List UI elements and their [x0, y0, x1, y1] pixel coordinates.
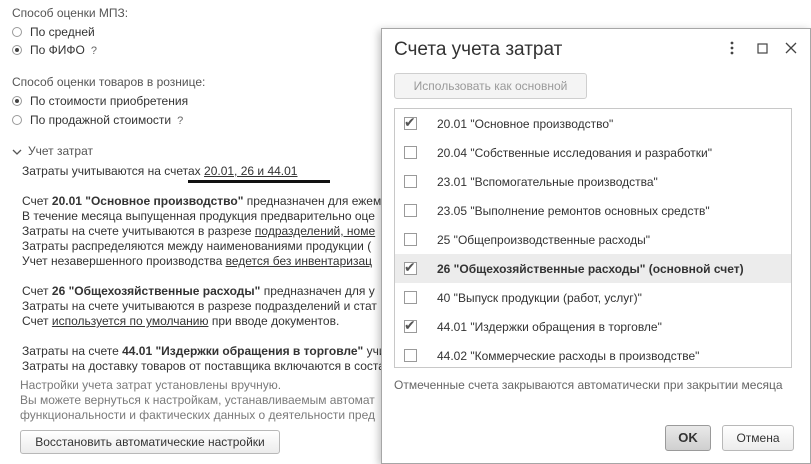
list-item[interactable]: ✔ 44.01 "Издержки обращения в торговле": [395, 312, 791, 341]
checkbox[interactable]: [404, 175, 417, 188]
check-icon: ✔: [404, 114, 416, 130]
account-name: 44.01 "Издержки обращения в торговле": [122, 344, 364, 358]
close-icon[interactable]: [783, 41, 799, 58]
list-item[interactable]: 40 "Выпуск продукции (работ, услуг)": [395, 283, 791, 312]
checkbox[interactable]: ✔: [404, 317, 417, 333]
p2-line3: Счет используется по умолчанию при вводе…: [22, 314, 339, 328]
costs-section-header[interactable]: Учет затрат: [12, 144, 93, 158]
list-item-label: 44.01 "Издержки обращения в торговле": [437, 320, 662, 334]
list-item-label: 20.04 "Собственные исследования и разраб…: [437, 146, 712, 160]
p1-line1: Счет 20.01 "Основное производство" предн…: [22, 194, 381, 208]
chevron-down-icon: [12, 149, 22, 155]
mpz-radio-average[interactable]: [12, 27, 22, 37]
analytics-link[interactable]: подразделений, номе: [255, 224, 375, 238]
wip-link[interactable]: ведется без инвентаризац: [226, 254, 372, 268]
manual-note-3: функциональности и фактических данных о …: [20, 408, 376, 422]
retail-radio-sale[interactable]: [12, 115, 22, 125]
text: предназначен для ежем: [243, 194, 382, 208]
help-icon[interactable]: ?: [177, 115, 183, 127]
list-item-label: 40 "Выпуск продукции (работ, услуг)": [437, 291, 642, 305]
text: Счет: [22, 284, 52, 298]
annotation-underline: [188, 180, 330, 183]
manual-note-1: Настройки учета затрат установлены вручн…: [20, 378, 282, 392]
checkbox[interactable]: ✔: [404, 114, 417, 130]
retail-label: Способ оценки товаров в рознице:: [12, 75, 206, 89]
list-item-label: 25 "Общепроизводственные расходы": [437, 233, 651, 247]
text: Затраты на счете учитываются в разрезе: [22, 224, 255, 238]
checkbox[interactable]: [404, 349, 417, 362]
checkbox[interactable]: [404, 204, 417, 217]
p1-line3: Затраты на счете учитываются в разрезе п…: [22, 224, 375, 238]
mpz-option-fifo-label: По ФИФО: [30, 43, 85, 57]
p1-line2: В течение месяца выпущенная продукция пр…: [22, 209, 375, 223]
list-item-label: 44.02 "Коммерческие расходы в производст…: [437, 349, 700, 363]
list-item-label: 23.05 "Выполнение ремонтов основных сред…: [437, 204, 710, 218]
list-item[interactable]: ✔ 20.01 "Основное производство": [395, 109, 791, 138]
p1-line5: Учет незавершенного производства ведется…: [22, 254, 372, 268]
check-icon: ✔: [404, 317, 416, 333]
list-item[interactable]: 25 "Общепроизводственные расходы": [395, 225, 791, 254]
p2-line2: Затраты на счете учитываются в разрезе п…: [22, 299, 377, 313]
maximize-icon[interactable]: [754, 41, 770, 58]
ok-button[interactable]: OK: [665, 425, 711, 451]
list-item[interactable]: 23.01 "Вспомогательные производства": [395, 167, 791, 196]
checkbox[interactable]: ✔: [404, 259, 417, 275]
mpz-option-fifo[interactable]: По ФИФО?: [30, 43, 97, 57]
text: при вводе документов.: [208, 314, 340, 328]
mpz-option-average[interactable]: По средней: [30, 25, 95, 39]
account-name: 26 "Общехозяйственные расходы": [51, 284, 261, 298]
costs-section-title: Учет затрат: [28, 144, 93, 158]
p3-line1: Затраты на счете 44.01 "Издержки обращен…: [22, 344, 386, 358]
cancel-button[interactable]: Отмена: [722, 425, 794, 451]
text: предназначен для у: [260, 284, 375, 298]
manual-note-2: Вы можете вернуться к настройкам, устана…: [20, 393, 375, 407]
list-item[interactable]: 23.05 "Выполнение ремонтов основных сред…: [395, 196, 791, 225]
retail-option-sale-label: По продажной стоимости: [30, 113, 172, 127]
list-item[interactable]: 44.02 "Коммерческие расходы в производст…: [395, 341, 791, 367]
retail-option-purchase[interactable]: По стоимости приобретения: [30, 94, 188, 108]
text: Затраты на счете: [22, 344, 123, 358]
list-item[interactable]: 20.04 "Собственные исследования и разраб…: [395, 138, 791, 167]
retail-option-sale[interactable]: По продажной стоимости?: [30, 113, 183, 127]
check-icon: ✔: [404, 259, 416, 275]
p3-line2: Затраты на доставку товаров от поставщик…: [22, 359, 385, 373]
retail-radio-purchase[interactable]: [12, 96, 22, 106]
help-icon[interactable]: ?: [91, 45, 97, 57]
p2-line1: Счет 26 "Общехозяйственные расходы" пред…: [22, 284, 375, 298]
use-as-main-button[interactable]: Использовать как основной: [394, 73, 587, 99]
cost-accounts-dialog: Счета учета затрат Использовать как осно…: [381, 28, 811, 464]
mpz-radio-fifo[interactable]: [12, 45, 22, 55]
list-item-label: 26 "Общехозяйственные расходы" (основной…: [437, 262, 744, 276]
costs-accounts-link[interactable]: 20.01, 26 и 44.01: [204, 164, 297, 178]
costs-accounts-line: Затраты учитываются на счетах 20.01, 26 …: [22, 164, 297, 178]
dialog-note: Отмеченные счета закрываются автоматичес…: [394, 378, 783, 392]
mpz-label: Способ оценки МПЗ:: [12, 6, 129, 20]
list-item[interactable]: ✔ 26 "Общехозяйственные расходы" (основн…: [395, 254, 791, 283]
costs-accounts-prefix: Затраты учитываются на счетах: [22, 164, 201, 178]
text: Учет незавершенного производства: [22, 254, 226, 268]
checkbox[interactable]: [404, 233, 417, 246]
account-name: 20.01 "Основное производство": [51, 194, 244, 208]
list-item-label: 23.01 "Вспомогательные производства": [437, 175, 658, 189]
list-item-label: 20.01 "Основное производство": [437, 117, 614, 131]
dialog-title: Счета учета затрат: [394, 39, 563, 60]
default-link[interactable]: используется по умолчанию: [52, 314, 209, 328]
checkbox[interactable]: [404, 291, 417, 304]
more-icon[interactable]: [724, 41, 740, 59]
checkbox[interactable]: [404, 146, 417, 159]
p1-line4: Затраты распределяются между наименовани…: [22, 239, 372, 253]
accounts-list: ✔ 20.01 "Основное производство" 20.04 "С…: [394, 108, 792, 368]
text: Счет: [22, 314, 52, 328]
text: Счет: [22, 194, 52, 208]
restore-auto-settings-button[interactable]: Восстановить автоматические настройки: [20, 430, 280, 454]
